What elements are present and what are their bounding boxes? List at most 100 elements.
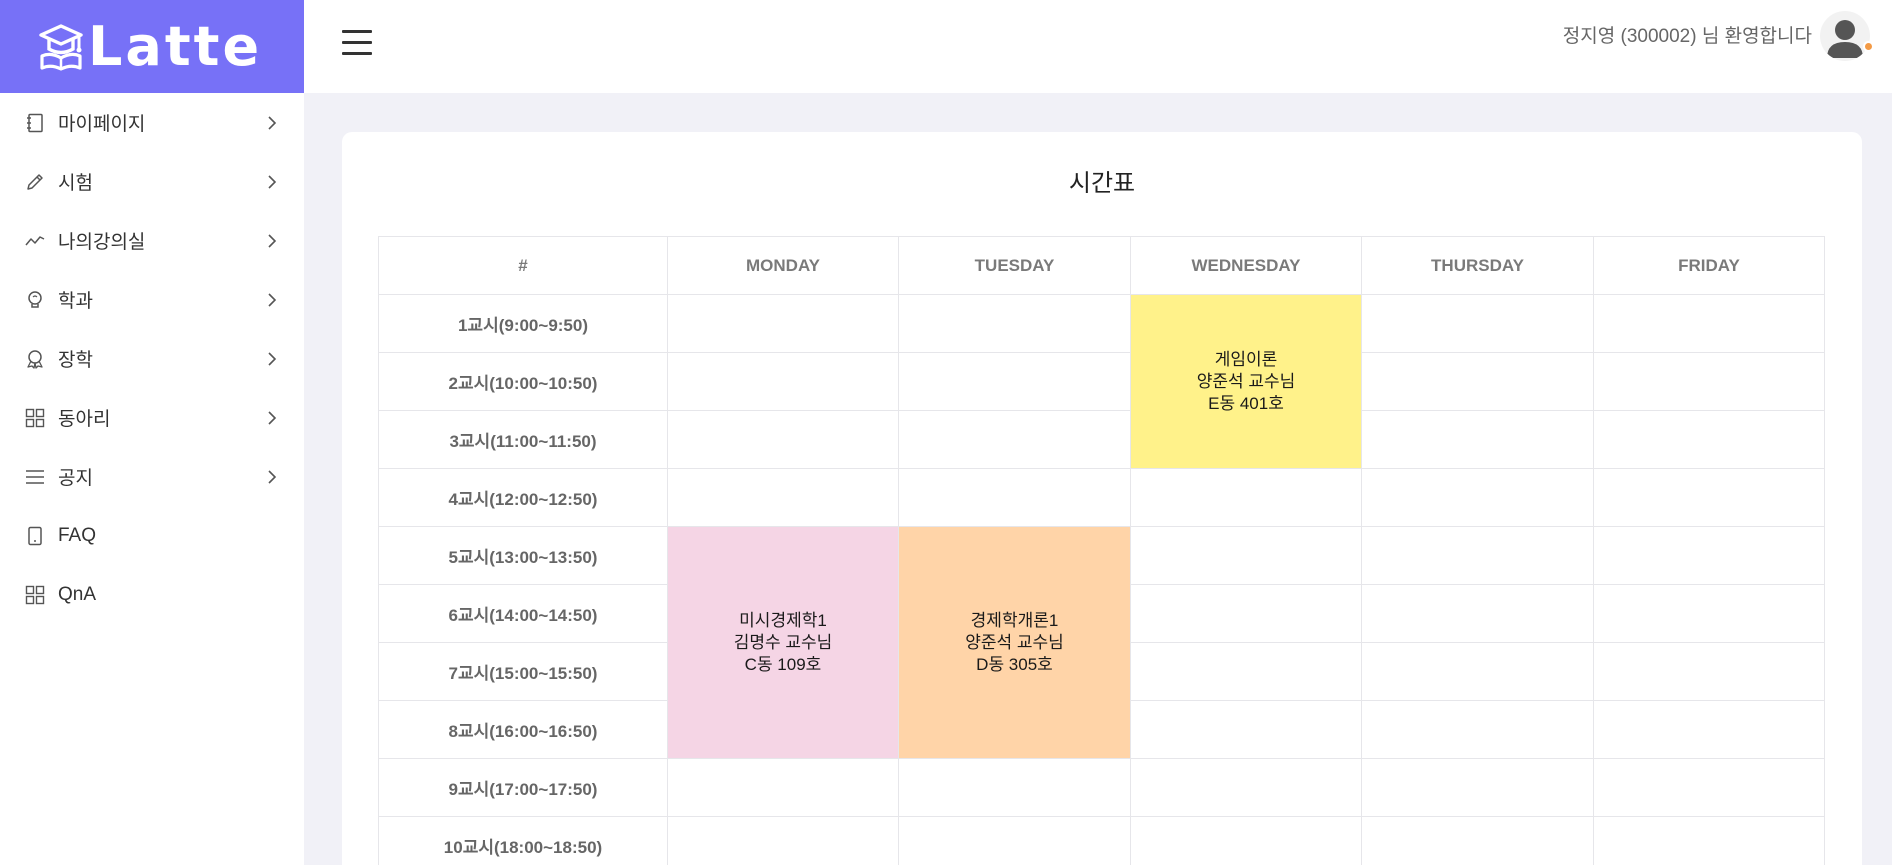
period-label: 3교시(11:00~11:50) bbox=[378, 410, 668, 469]
class-name: 미시경제학1 bbox=[739, 610, 827, 630]
empty-cell bbox=[1593, 468, 1825, 527]
column-header: WEDNESDAY bbox=[1130, 236, 1362, 295]
sidebar-item-label: 시험 bbox=[58, 173, 93, 194]
chevron-right-icon bbox=[268, 351, 277, 366]
period-label: 5교시(13:00~13:50) bbox=[378, 526, 668, 585]
class-professor: 양준석 교수님 bbox=[1196, 371, 1296, 391]
timetable: # MONDAY TUESDAY WEDNESDAY THURSDAY FRID… bbox=[378, 236, 1825, 865]
empty-cell bbox=[1130, 584, 1362, 643]
page-title: 시간표 bbox=[1068, 170, 1136, 197]
empty-cell bbox=[1593, 352, 1825, 411]
class-professor: 김명수 교수님 bbox=[733, 632, 833, 652]
empty-cell bbox=[667, 816, 899, 865]
timetable-header-row: # MONDAY TUESDAY WEDNESDAY THURSDAY FRID… bbox=[378, 236, 1825, 295]
sidebar-item-label: 마이페이지 bbox=[58, 114, 146, 135]
pencil-icon bbox=[24, 171, 46, 193]
list-icon bbox=[24, 466, 46, 488]
period-label: 7교시(15:00~15:50) bbox=[378, 642, 668, 701]
empty-cell bbox=[1130, 526, 1362, 585]
class-room: E동 401호 bbox=[1208, 393, 1284, 413]
empty-cell bbox=[1593, 526, 1825, 585]
sidebar-item-faq[interactable]: FAQ bbox=[0, 506, 304, 565]
table-row: 9교시(17:00~17:50) bbox=[378, 758, 1825, 817]
class-room: D동 305호 bbox=[976, 654, 1053, 674]
empty-cell bbox=[1593, 294, 1825, 353]
empty-cell bbox=[1130, 816, 1362, 865]
empty-cell bbox=[1361, 700, 1594, 759]
table-row: 1교시(9:00~9:50) 게임이론 양준석 교수님 E동 401호 bbox=[378, 294, 1825, 469]
empty-cell bbox=[898, 816, 1131, 865]
period-label: 1교시(9:00~9:50) bbox=[378, 294, 668, 353]
class-professor: 양준석 교수님 bbox=[965, 632, 1064, 652]
empty-cell bbox=[667, 410, 899, 469]
chevron-right-icon bbox=[268, 174, 277, 189]
sidebar-item-my-classroom[interactable]: 나의강의실 bbox=[0, 211, 304, 270]
brand-logo[interactable]: Latte bbox=[0, 0, 304, 93]
tablet-icon bbox=[24, 525, 46, 547]
sidebar-item-mypage[interactable]: 마이페이지 bbox=[0, 93, 304, 152]
empty-cell bbox=[667, 294, 899, 353]
sidebar-item-exam[interactable]: 시험 bbox=[0, 152, 304, 211]
empty-cell bbox=[1361, 526, 1594, 585]
empty-cell bbox=[1130, 468, 1362, 527]
sidebar-item-label: 공지 bbox=[58, 468, 93, 489]
empty-cell bbox=[898, 294, 1131, 353]
empty-cell bbox=[1361, 352, 1594, 411]
empty-cell bbox=[1361, 758, 1594, 817]
notebook-icon bbox=[24, 112, 46, 134]
welcome-message: 정지영 (300002) 님 환영합니다 bbox=[1562, 26, 1812, 47]
chart-line-icon bbox=[24, 230, 46, 252]
class-cell[interactable]: 경제학개론1 양준석 교수님 D동 305호 bbox=[898, 526, 1131, 759]
period-label: 8교시(16:00~16:50) bbox=[378, 700, 668, 759]
column-header: FRIDAY bbox=[1593, 236, 1825, 295]
menu-toggle-button[interactable] bbox=[342, 30, 372, 56]
period-label: 10교시(18:00~18:50) bbox=[378, 816, 668, 865]
table-row: 3교시(11:00~11:50) bbox=[378, 410, 1825, 469]
class-cell[interactable]: 미시경제학1 김명수 교수님 C동 109호 bbox=[667, 526, 899, 759]
sidebar-item-notice[interactable]: 공지 bbox=[0, 447, 304, 506]
graduation-cap-icon bbox=[39, 23, 83, 71]
sidebar: 마이페이지 시험 나의강의실 학과 장학 동아리 공지 FAQ QnA bbox=[0, 93, 304, 865]
empty-cell bbox=[1361, 294, 1594, 353]
status-indicator bbox=[1863, 41, 1874, 52]
table-row: 10교시(18:00~18:50) bbox=[378, 816, 1825, 865]
period-label: 9교시(17:00~17:50) bbox=[378, 758, 668, 817]
chevron-right-icon bbox=[268, 469, 277, 484]
table-row: 5교시(13:00~13:50) 미시경제학1 김명수 교수님 C동 109호 … bbox=[378, 526, 1825, 759]
empty-cell bbox=[1593, 758, 1825, 817]
empty-cell bbox=[898, 410, 1131, 469]
class-name: 경제학개론1 bbox=[970, 610, 1059, 630]
sidebar-item-label: 동아리 bbox=[58, 409, 111, 430]
table-row: 2교시(10:00~10:50) bbox=[378, 352, 1825, 411]
avatar[interactable] bbox=[1820, 11, 1870, 61]
sidebar-item-club[interactable]: 동아리 bbox=[0, 388, 304, 447]
class-cell[interactable]: 게임이론 양준석 교수님 E동 401호 bbox=[1130, 294, 1362, 469]
period-label: 6교시(14:00~14:50) bbox=[378, 584, 668, 643]
sidebar-item-scholarship[interactable]: 장학 bbox=[0, 329, 304, 388]
chevron-right-icon bbox=[268, 410, 277, 425]
sidebar-item-label: QnA bbox=[58, 583, 97, 605]
empty-cell bbox=[1361, 816, 1594, 865]
empty-cell bbox=[667, 352, 899, 411]
column-header: THURSDAY bbox=[1361, 236, 1594, 295]
class-name: 게임이론 bbox=[1214, 349, 1278, 369]
sidebar-item-label: 학과 bbox=[58, 291, 93, 312]
period-label: 4교시(12:00~12:50) bbox=[378, 468, 668, 527]
empty-cell bbox=[1361, 468, 1594, 527]
empty-cell bbox=[667, 468, 899, 527]
period-label: 2교시(10:00~10:50) bbox=[378, 352, 668, 411]
sidebar-item-qna[interactable]: QnA bbox=[0, 565, 304, 624]
empty-cell bbox=[1130, 700, 1362, 759]
chevron-right-icon bbox=[268, 292, 277, 307]
empty-cell bbox=[1593, 584, 1825, 643]
empty-cell bbox=[898, 352, 1131, 411]
chevron-right-icon bbox=[268, 115, 277, 130]
empty-cell bbox=[1593, 642, 1825, 701]
empty-cell bbox=[1130, 642, 1362, 701]
empty-cell bbox=[667, 758, 899, 817]
column-header: # bbox=[378, 236, 668, 295]
sidebar-item-label: 장학 bbox=[58, 350, 93, 371]
column-header: TUESDAY bbox=[898, 236, 1131, 295]
sidebar-item-department[interactable]: 학과 bbox=[0, 270, 304, 329]
brand-name: Latte bbox=[88, 15, 263, 78]
